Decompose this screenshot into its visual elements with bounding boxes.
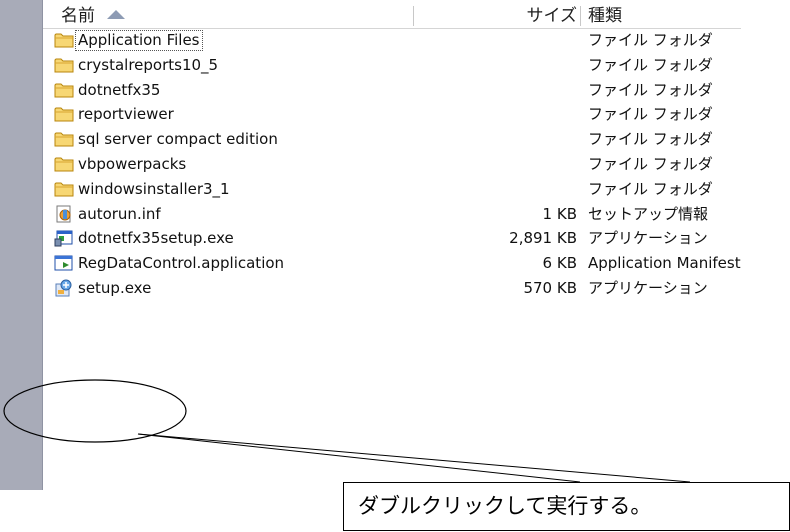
application-manifest-icon bbox=[54, 253, 74, 273]
column-header-name-label: 名前 bbox=[61, 6, 95, 26]
setup-exe-icon bbox=[54, 278, 74, 298]
callout-text: ダブルクリックして実行する。 bbox=[358, 494, 652, 518]
file-row[interactable]: setup.exe 570 KB アプリケーション bbox=[43, 276, 741, 301]
exe-app-icon bbox=[54, 228, 74, 248]
file-row[interactable]: windowsinstaller3_1 ファイル フォルダ bbox=[43, 177, 741, 202]
file-list: Application Files ファイル フォルダ crystalreports… bbox=[43, 28, 741, 301]
file-row[interactable]: dotnetfx35setup.exe 2,891 KB アプリケーション bbox=[43, 226, 741, 251]
folder-icon bbox=[54, 154, 74, 174]
file-row[interactable]: crystalreports10_5 ファイル フォルダ bbox=[43, 53, 741, 78]
file-name[interactable]: vbpowerpacks bbox=[76, 155, 188, 174]
column-header-size[interactable]: サイズ bbox=[426, 0, 578, 28]
file-type: アプリケーション bbox=[588, 229, 708, 248]
file-row[interactable]: autorun.inf 1 KB セットアップ情報 bbox=[43, 202, 741, 227]
file-name[interactable]: RegDataControl.application bbox=[76, 254, 286, 273]
file-name[interactable]: sql server compact edition bbox=[76, 130, 280, 149]
file-name[interactable]: reportviewer bbox=[76, 105, 176, 124]
file-size: 570 KB bbox=[523, 278, 577, 297]
file-name[interactable]: autorun.inf bbox=[76, 205, 163, 224]
file-size: 1 KB bbox=[542, 204, 577, 223]
folder-icon bbox=[54, 179, 74, 199]
column-separator[interactable] bbox=[413, 6, 414, 26]
column-header-name[interactable]: 名前 bbox=[61, 0, 421, 28]
file-name[interactable]: setup.exe bbox=[76, 279, 153, 298]
folder-icon bbox=[54, 104, 74, 124]
file-row[interactable]: vbpowerpacks ファイル フォルダ bbox=[43, 152, 741, 177]
column-header-type-label: 種類 bbox=[588, 6, 622, 26]
file-row[interactable]: Application Files ファイル フォルダ bbox=[43, 28, 741, 53]
file-type: ファイル フォルダ bbox=[588, 154, 713, 173]
file-type: ファイル フォルダ bbox=[588, 31, 713, 49]
file-size: 6 KB bbox=[542, 254, 577, 273]
sort-ascending-icon bbox=[107, 10, 125, 19]
folder-icon bbox=[54, 80, 74, 100]
file-size: 2,891 KB bbox=[509, 229, 577, 248]
file-row[interactable]: sql server compact edition ファイル フォルダ bbox=[43, 127, 741, 152]
folder-icon bbox=[54, 30, 74, 50]
column-header-bar: 名前 サイズ 種類 bbox=[43, 0, 741, 29]
column-header-size-label: サイズ bbox=[526, 6, 578, 26]
folder-icon bbox=[54, 55, 74, 75]
file-name[interactable]: dotnetfx35 bbox=[76, 81, 162, 100]
file-type: ファイル フォルダ bbox=[588, 55, 713, 74]
file-row[interactable]: dotnetfx35 ファイル フォルダ bbox=[43, 78, 741, 103]
file-type: アプリケーション bbox=[588, 278, 708, 297]
folder-icon bbox=[54, 129, 74, 149]
column-separator[interactable] bbox=[580, 6, 581, 26]
callout-box: ダブルクリックして実行する。 bbox=[343, 482, 790, 531]
file-type: Application Manifest bbox=[588, 254, 741, 273]
file-type: ファイル フォルダ bbox=[588, 130, 713, 149]
file-explorer-window: 名前 サイズ 種類 Application Files ファイル フォルダ crys… bbox=[0, 0, 741, 532]
file-type: ファイル フォルダ bbox=[588, 80, 713, 99]
file-name[interactable]: dotnetfx35setup.exe bbox=[76, 229, 236, 248]
file-type: ファイル フォルダ bbox=[588, 179, 713, 198]
column-header-type[interactable]: 種類 bbox=[588, 0, 748, 28]
file-row[interactable]: reportviewer ファイル フォルダ bbox=[43, 102, 741, 127]
file-type: セットアップ情報 bbox=[588, 204, 709, 223]
file-name[interactable]: Application Files bbox=[75, 30, 203, 51]
navigation-pane-edge bbox=[0, 0, 43, 490]
setup-info-icon bbox=[54, 204, 74, 224]
file-row[interactable]: RegDataControl.application 6 KB Applicatio… bbox=[43, 251, 741, 276]
file-name[interactable]: windowsinstaller3_1 bbox=[76, 180, 232, 199]
file-type: ファイル フォルダ bbox=[588, 105, 713, 124]
file-name[interactable]: crystalreports10_5 bbox=[76, 56, 220, 75]
